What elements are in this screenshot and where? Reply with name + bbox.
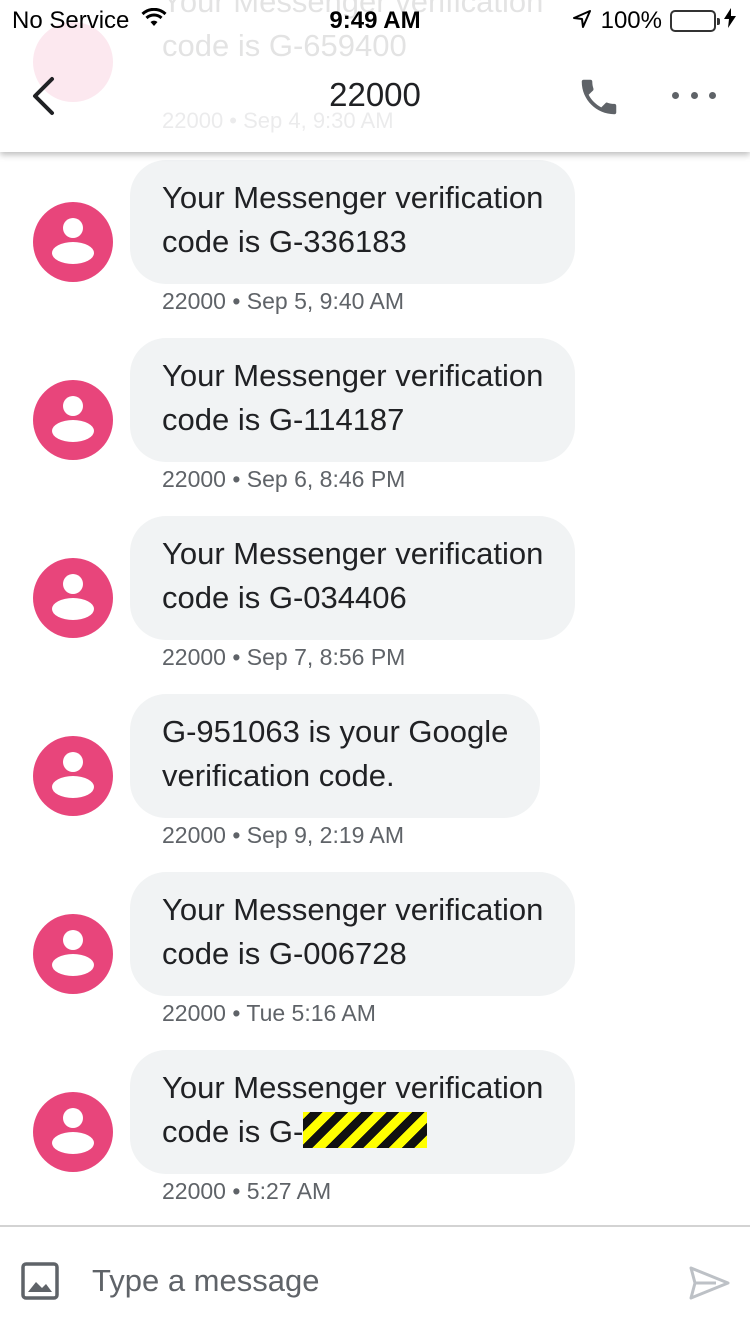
battery-percent: 100% — [600, 7, 662, 34]
message-text-line: verification code. — [162, 758, 395, 793]
message-bubble[interactable]: Your Messenger verification code is G-03… — [130, 516, 576, 640]
message-bubble[interactable]: Your Messenger verification code is G- — [130, 1050, 576, 1174]
redaction-block — [303, 1112, 428, 1148]
sender-avatar — [33, 380, 113, 460]
sender-avatar — [33, 1092, 113, 1172]
message-meta: 22000 • Sep 6, 8:46 PM — [162, 466, 406, 492]
back-button[interactable] — [22, 72, 66, 120]
person-icon-head — [63, 574, 83, 594]
battery-icon — [670, 10, 720, 32]
message-text-line: code is G-034406 — [162, 580, 407, 615]
person-icon-body — [52, 242, 94, 264]
person-icon-head — [63, 930, 83, 950]
person-icon-body — [52, 598, 94, 620]
status-right: 100% — [572, 7, 736, 35]
message-text-line: code is G- — [162, 1114, 304, 1149]
person-icon-body — [52, 420, 94, 442]
message-bubble[interactable]: Your Messenger verification code is G-33… — [130, 160, 576, 284]
sender-avatar — [33, 202, 113, 282]
location-icon — [572, 7, 591, 35]
sender-avatar — [33, 736, 113, 816]
message-text-line: Your Messenger verification — [162, 1070, 544, 1105]
message-text-line: Your Messenger verification — [162, 180, 544, 215]
message-meta: 22000 • Sep 7, 8:56 PM — [162, 644, 406, 670]
status-bar: No Service 9:49 AM 100% — [0, 0, 750, 40]
person-icon-body — [52, 954, 94, 976]
message-item: Your Messenger verification code is G- 2… — [0, 1050, 750, 1224]
person-icon-body — [52, 1132, 94, 1154]
message-text-line: code is G-336183 — [162, 224, 407, 259]
message-bubble[interactable]: G-951063 is your Google verification cod… — [130, 694, 541, 818]
message-item: G-951063 is your Google verification cod… — [0, 694, 750, 872]
message-composer — [0, 1225, 750, 1334]
message-text-line: code is G-114187 — [162, 402, 405, 437]
message-text-line: Your Messenger verification — [162, 892, 544, 927]
message-item: Your Messenger verification code is G-00… — [0, 872, 750, 1050]
message-meta: 22000 • 5:27 AM — [162, 1178, 332, 1204]
message-text-line: Your Messenger verification — [162, 536, 544, 571]
charging-bolt-icon — [724, 8, 736, 34]
send-button[interactable] — [686, 1260, 732, 1306]
more-dots-icon-dot — [690, 91, 698, 99]
scrolled-message-meta: 22000 • Sep 4, 9:30 AM — [162, 108, 394, 133]
message-text-line: G-951063 is your Google — [162, 714, 509, 749]
message-item: Your Messenger verification code is G-33… — [0, 160, 750, 338]
message-text-line: code is G-006728 — [162, 936, 407, 971]
message-list[interactable]: Your Messenger verification code is G-33… — [0, 152, 750, 1224]
message-meta: 22000 • Sep 9, 2:19 AM — [162, 822, 405, 848]
message-bubble[interactable]: Your Messenger verification code is G-11… — [130, 338, 576, 462]
person-icon-head — [63, 396, 83, 416]
more-dots-icon — [672, 91, 679, 99]
call-button[interactable] — [576, 74, 622, 120]
person-icon-head — [63, 1108, 83, 1128]
phone-icon — [581, 79, 617, 115]
message-meta: 22000 • Sep 5, 9:40 AM — [162, 288, 405, 314]
message-text-line: Your Messenger verification — [162, 358, 544, 393]
message-input[interactable] — [92, 1257, 652, 1305]
person-icon-body — [52, 776, 94, 798]
more-dots-icon-dot — [709, 91, 716, 99]
send-icon — [689, 1266, 730, 1300]
attach-image-button[interactable] — [20, 1261, 60, 1301]
image-icon — [21, 1262, 59, 1300]
person-icon-head — [63, 752, 83, 772]
message-item: Your Messenger verification code is G-03… — [0, 516, 750, 694]
sender-avatar — [33, 914, 113, 994]
message-meta: 22000 • Tue 5:16 AM — [162, 1000, 376, 1026]
person-icon-head — [63, 218, 83, 238]
back-arrow-icon — [33, 77, 54, 115]
message-text-line-redacted: code is G- — [162, 1110, 543, 1154]
more-options-button[interactable] — [672, 80, 716, 110]
sender-avatar — [33, 558, 113, 638]
message-item: Your Messenger verification code is G-11… — [0, 338, 750, 516]
message-bubble[interactable]: Your Messenger verification code is G-00… — [130, 872, 576, 996]
